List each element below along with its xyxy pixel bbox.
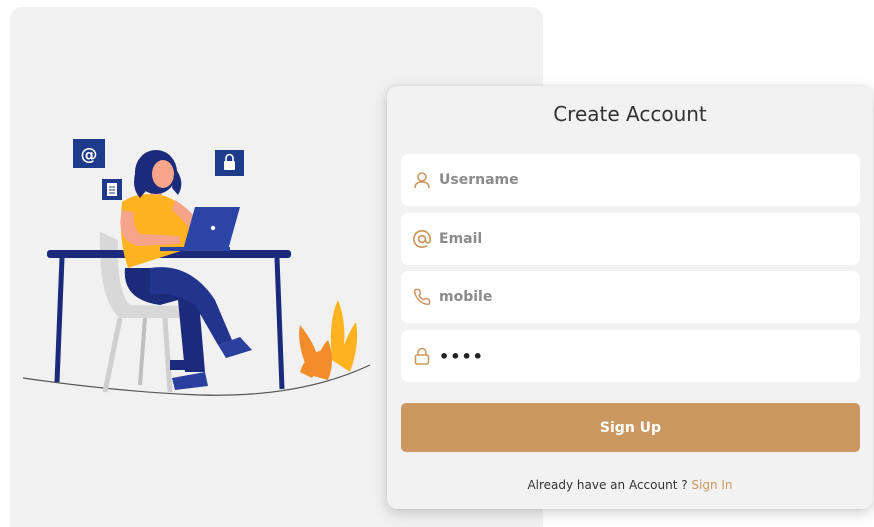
create-account-card: Create Account Username Email mobile Sig… — [387, 86, 873, 509]
at-sign-badge-icon: @ — [73, 139, 105, 168]
mobile-field[interactable] — [401, 271, 860, 323]
username-input[interactable] — [439, 154, 860, 206]
document-badge-icon — [102, 179, 122, 200]
mobile-input[interactable] — [439, 271, 860, 323]
sign-in-link[interactable]: Sign In — [691, 478, 732, 492]
at-sign-icon — [411, 228, 433, 250]
page-title: Create Account — [553, 102, 707, 126]
padlock-badge-icon — [215, 150, 244, 176]
phone-icon — [411, 286, 433, 308]
email-field[interactable] — [401, 213, 860, 265]
email-input[interactable] — [439, 213, 860, 265]
password-field[interactable] — [401, 330, 860, 382]
password-input[interactable] — [439, 330, 860, 382]
username-field[interactable] — [401, 154, 860, 206]
user-icon — [411, 169, 433, 191]
footer-text: Already have an Account ? — [527, 478, 692, 492]
sign-in-prompt: Already have an Account ? Sign In — [387, 478, 873, 492]
sign-up-button[interactable]: Sign Up — [401, 403, 860, 452]
svg-text:@: @ — [81, 145, 98, 165]
lock-icon — [411, 345, 433, 367]
